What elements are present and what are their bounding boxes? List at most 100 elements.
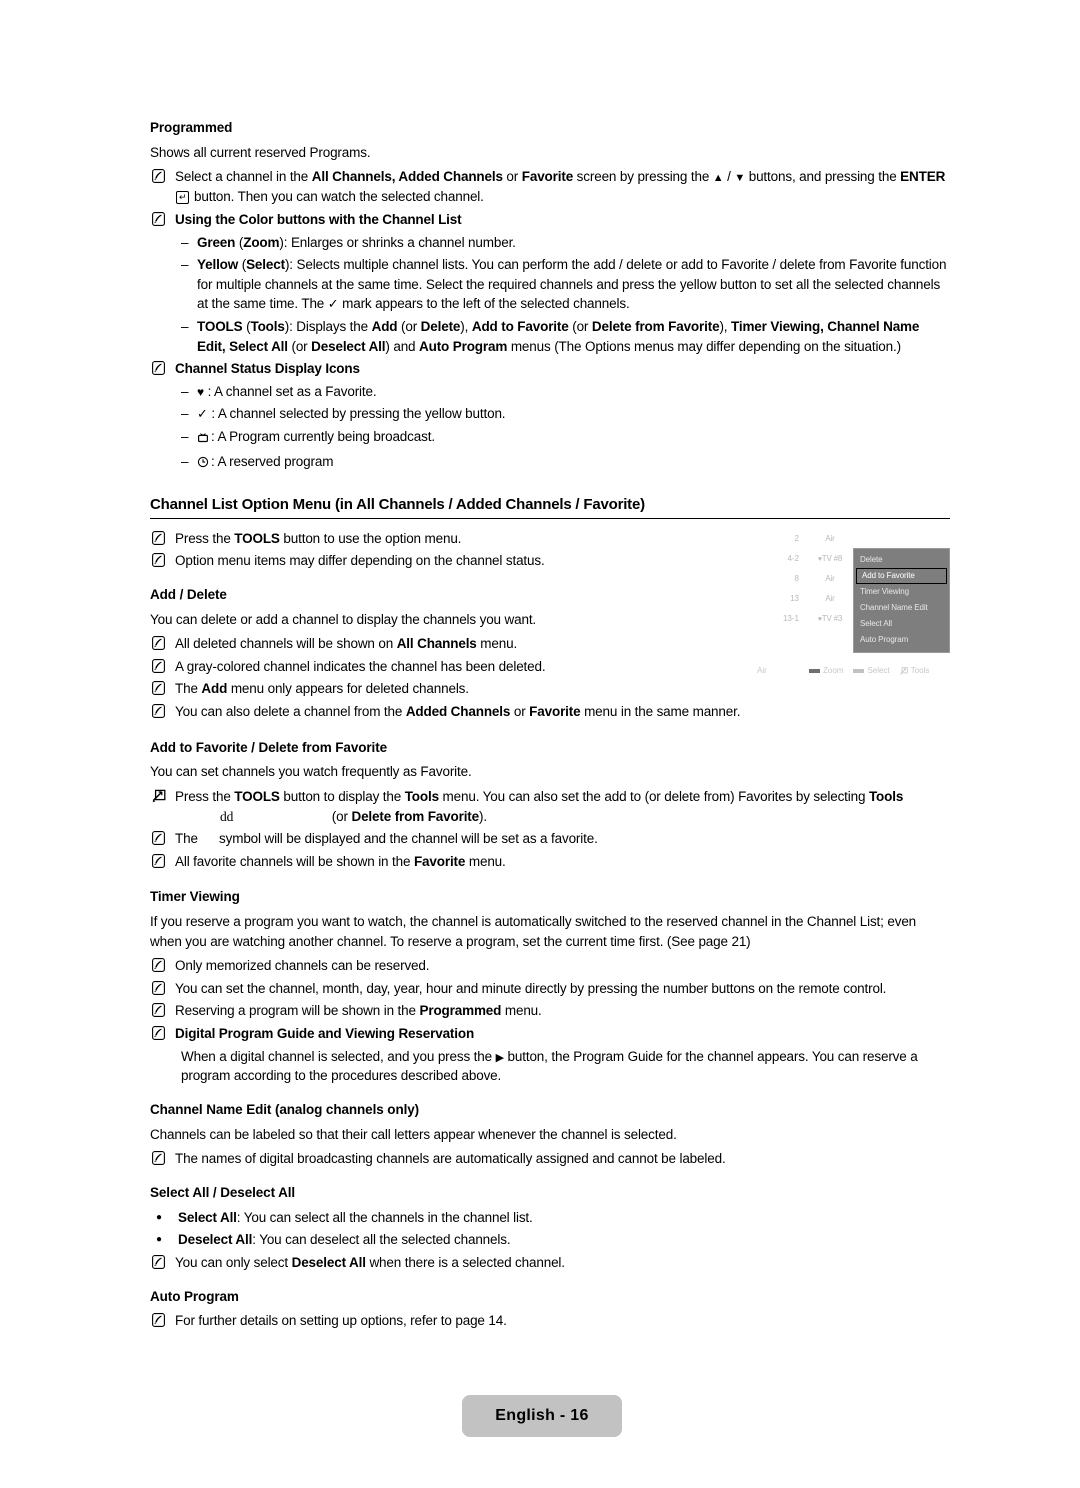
note-pen-icon (152, 853, 165, 868)
tv-options-menu: Delete Add to Favorite Timer Viewing Cha… (853, 548, 950, 653)
dash-mark: – (181, 257, 189, 273)
note-favorite-tools: Press the TOOLS button to display the To… (150, 787, 950, 826)
page-content: Programmed Shows all current reserved Pr… (150, 120, 950, 1334)
yellow-key-icon (853, 668, 865, 673)
t: Air (825, 534, 835, 543)
dash-mark: – (181, 453, 189, 469)
status-icon-selected-text: ✓ : A channel selected by pressing the y… (197, 404, 950, 424)
t: Add (201, 681, 228, 697)
t: Favorite (529, 704, 581, 719)
t: Green (197, 234, 236, 250)
dash-tools-text: TOOLS (Tools): Displays the Add (or Dele… (197, 317, 950, 356)
tv-hint-zoom: Zoom (809, 666, 843, 675)
note-digital-program-guide: Digital Program Guide and Viewing Reserv… (150, 1024, 950, 1044)
note-pen-icon (152, 1151, 165, 1166)
note-favorite-menu-text: All favorite channels will be shown in t… (175, 852, 950, 872)
dash-mark: – (181, 319, 189, 335)
t: when there is a selected channel. (365, 1255, 565, 1270)
t: Air (825, 594, 835, 603)
tv-channel-number: 8 (794, 574, 799, 583)
tv-menu-item-delete[interactable]: Delete (854, 552, 949, 568)
note-delete-from-added: You can also delete a channel from the A… (150, 702, 750, 722)
tv-status-bar: Air Zoom Select Tools (757, 666, 957, 675)
note-gray-channel: A gray-colored channel indicates the cha… (150, 657, 750, 677)
note-select-channel-text: Select a channel in the All Channels, Ad… (175, 167, 950, 207)
note-pen-icon (152, 1313, 165, 1328)
tools-icon (152, 789, 166, 803)
heading-channel-list-option-menu: Channel List Option Menu (in All Channel… (150, 495, 950, 519)
note-pen-icon (152, 169, 165, 184)
t: : A channel set as a Favorite. (207, 383, 377, 399)
tv-channel-name: Air (799, 595, 861, 603)
t: When a digital channel is selected, and … (181, 1048, 496, 1064)
note-pen-icon (152, 831, 165, 846)
t: Auto Program (419, 338, 508, 354)
t: Add (371, 319, 398, 335)
note-status-icons: Channel Status Display Icons (150, 359, 950, 379)
note-favorite-symbol: The symbol will be displayed and the cha… (150, 829, 950, 849)
note-pen-icon (152, 1255, 165, 1269)
enter-key-icon: ↵ (176, 191, 190, 205)
t: Deselect All (311, 338, 386, 354)
t: menu in the same manner. (580, 704, 741, 719)
t: Tools (868, 789, 904, 804)
bullet-deselect-all-text: Deselect All: You can deselect all the s… (178, 1230, 950, 1250)
t: Select All (178, 1209, 237, 1225)
bullet-dot: ● (156, 1234, 163, 1246)
note-pen-icon (152, 211, 165, 226)
note-add-menu-deleted: The Add menu only appears for deleted ch… (150, 679, 750, 699)
tv-hint-select: Select (853, 666, 890, 675)
dash-mark: – (181, 429, 189, 445)
tv-hint-tools: Tools (900, 666, 930, 675)
tv-menu-item-timer-viewing[interactable]: Timer Viewing (854, 584, 949, 600)
t: button to display the (279, 789, 405, 804)
tv-channel-name: ♥TV #8 (799, 555, 861, 564)
note-color-buttons: Using the Color buttons with the Channel… (150, 210, 950, 230)
note-digital-names-auto-text: The names of digital broadcasting channe… (175, 1151, 726, 1167)
page-footer: English - 16 (462, 1395, 622, 1437)
dash-yellow-text: Yellow (Select): Selects multiple channe… (197, 255, 950, 314)
name-edit-intro: Channels can be labeled so that their ca… (150, 1126, 677, 1142)
t: All Channels, Added Channels (311, 169, 503, 185)
tv-menu-item-add-to-favorite[interactable]: Add to Favorite (856, 568, 947, 584)
note-status-icons-text: Channel Status Display Icons (175, 361, 360, 377)
t: menu only appears for deleted channels. (227, 681, 469, 697)
dash-tools: – TOOLS (Tools): Displays the Add (or De… (150, 317, 950, 356)
t: : A reserved program (211, 453, 334, 469)
t: ): Enlarges or shrinks a channel number. (279, 234, 516, 250)
t: Favorite (413, 853, 466, 869)
up-arrow-icon: ▲ (712, 172, 724, 185)
tv-channel-name: Air (799, 535, 861, 543)
tv-menu-item-auto-program[interactable]: Auto Program (854, 632, 949, 648)
note-pen-icon (152, 530, 165, 545)
t: ), (460, 319, 472, 335)
t: (or (328, 808, 352, 824)
tv-channel-number: 13 (790, 594, 799, 603)
clock-icon (197, 454, 209, 474)
status-icon-broadcast-text: : A Program currently being broadcast. (197, 427, 950, 449)
tv-channel-name: ♥TV #3 (799, 615, 861, 624)
t: (or (568, 319, 592, 335)
status-icon-broadcast: – : A Program currently being broadcast. (150, 427, 950, 449)
manual-page: Programmed Shows all current reserved Pr… (0, 0, 1080, 1488)
tools-key-icon (900, 666, 908, 675)
note-pen-icon (152, 658, 165, 673)
tv-menu-item-channel-name-edit[interactable]: Channel Name Edit (854, 600, 949, 616)
timer-viewing-intro: If you reserve a program you want to wat… (150, 914, 917, 949)
tv-hint-select-label: Select (867, 666, 890, 675)
dash-yellow: – Yellow (Select): Selects multiple chan… (150, 255, 950, 314)
status-icon-reserved: – : A reserved program (150, 452, 950, 474)
t: Delete from Favorite (351, 808, 480, 824)
note-set-channel-directly-text: You can set the channel, month, day, yea… (175, 980, 887, 996)
note-gray-channel-text: A gray-colored channel indicates the cha… (175, 658, 546, 674)
note-digital-program-guide-text: Digital Program Guide and Viewing Reserv… (175, 1025, 475, 1041)
tv-menu-item-select-all[interactable]: Select All (854, 616, 949, 632)
heading-select-all: Select All / Deselect All (150, 1185, 296, 1200)
green-key-icon (809, 668, 820, 673)
t: The (175, 831, 202, 847)
tv-hint-tools-label: Tools (910, 666, 930, 675)
t: ( (238, 257, 247, 273)
note-deselect-condition-text: You can only select Deselect All when th… (175, 1253, 950, 1273)
note-delete-from-added-text: You can also delete a channel from the A… (175, 702, 750, 722)
note-favorite-symbol-text: The symbol will be displayed and the cha… (175, 829, 950, 849)
